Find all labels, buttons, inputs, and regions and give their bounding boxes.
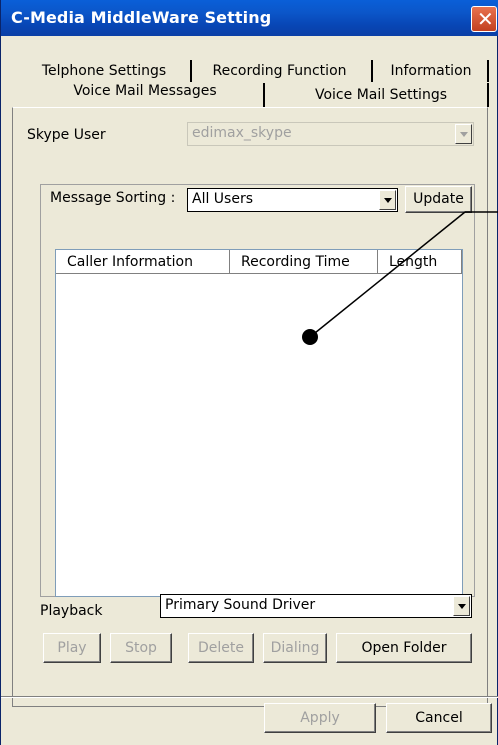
cancel-button[interactable]: Cancel bbox=[386, 703, 492, 733]
footer-divider bbox=[1, 696, 498, 698]
playback-device-select[interactable]: Primary Sound Driver bbox=[160, 594, 472, 618]
chevron-down-icon bbox=[453, 596, 470, 616]
playback-label: Playback bbox=[40, 603, 103, 619]
play-button[interactable]: Play bbox=[43, 633, 101, 663]
dialing-button[interactable]: Dialing bbox=[263, 633, 327, 663]
playback-device-value: Primary Sound Driver bbox=[165, 597, 316, 613]
delete-button[interactable]: Delete bbox=[188, 633, 254, 663]
dialog-window: C-Media MiddleWare Setting ✕ Telphone Se… bbox=[0, 0, 498, 745]
open-folder-button[interactable]: Open Folder bbox=[336, 633, 472, 663]
stop-button[interactable]: Stop bbox=[110, 633, 172, 663]
apply-button[interactable]: Apply bbox=[264, 703, 376, 733]
